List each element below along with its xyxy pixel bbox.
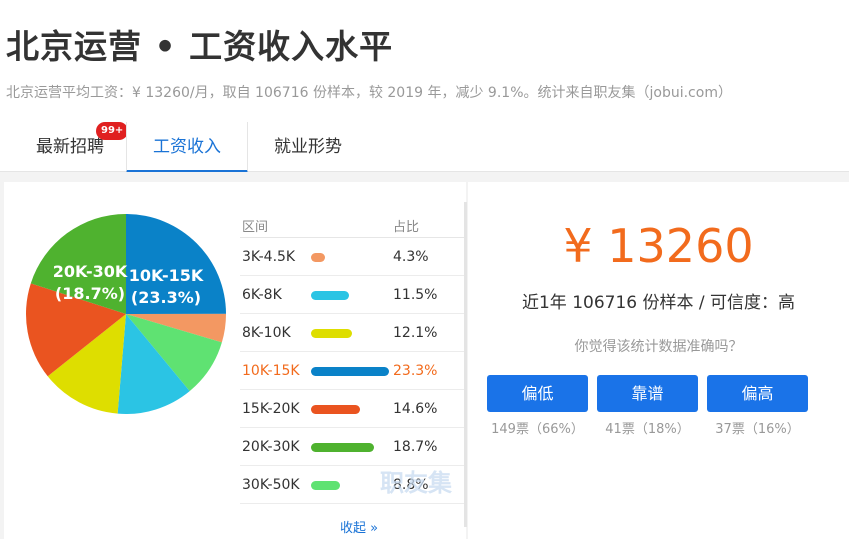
row-bar xyxy=(311,329,352,338)
table-row-highlight: 10K-15K 23.3% xyxy=(240,352,464,390)
row-range: 30K-50K xyxy=(242,477,300,493)
table-header: 区间 占比 xyxy=(240,214,464,238)
tab-badge: 99+ xyxy=(96,122,129,140)
watermark: 职友集 xyxy=(380,469,452,497)
row-pct: 4.3% xyxy=(393,249,429,265)
collapse-link[interactable]: 收起 » xyxy=(340,517,378,536)
tab-salary[interactable]: 工资收入 xyxy=(126,122,248,173)
tab-bar: 最新招聘 99+ 工资收入 就业形势 xyxy=(0,122,849,173)
content-panel: 10K-15K (23.3%) 20K-30K (18.7%) 区间 占比 3K… xyxy=(0,172,849,539)
vote-low-count: 149票（66%） xyxy=(491,422,584,437)
table-row: 3K-4.5K 4.3% xyxy=(240,238,464,276)
row-pct: 14.6% xyxy=(393,401,438,417)
page-title: 北京运营 • 工资收入水平 xyxy=(6,27,394,66)
header-range: 区间 xyxy=(242,220,269,235)
sample-info: 近1年 106716 份样本 / 可信度：高 xyxy=(521,293,796,313)
vote-accurate-button[interactable]: 靠谱 xyxy=(597,375,698,412)
vote-high-count: 37票（16%） xyxy=(715,422,800,437)
pie-label-20-30: 20K-30K xyxy=(53,262,128,281)
row-bar xyxy=(311,253,325,262)
distribution-card: 10K-15K (23.3%) 20K-30K (18.7%) 区间 占比 3K… xyxy=(4,182,466,539)
header-share: 占比 xyxy=(393,220,420,235)
row-range: 3K-4.5K xyxy=(242,249,296,265)
row-bar xyxy=(311,367,389,376)
row-pct: 11.5% xyxy=(393,287,438,303)
row-range: 8K-10K xyxy=(242,325,291,341)
row-range: 15K-20K xyxy=(242,401,300,417)
pie-pct-20-30: (18.7%) xyxy=(55,284,125,303)
average-salary: ¥ 13260 xyxy=(563,219,754,273)
row-range: 20K-30K xyxy=(242,439,300,455)
row-bar xyxy=(311,405,360,414)
stats-card: ¥ 13260 近1年 106716 份样本 / 可信度：高 你觉得该统计数据准… xyxy=(468,182,849,539)
row-pct: 18.7% xyxy=(393,439,438,455)
vote-accurate-count: 41票（18%） xyxy=(605,422,690,437)
row-bar xyxy=(311,481,340,490)
tab-salary-label: 工资收入 xyxy=(153,137,221,157)
row-bar xyxy=(311,291,349,300)
table-row: 15K-20K 14.6% xyxy=(240,390,464,428)
row-pct: 12.1% xyxy=(393,325,438,341)
pie-pct-10-15: (23.3%) xyxy=(131,288,201,307)
row-range: 10K-15K xyxy=(242,363,300,379)
page-summary: 北京运营平均工资：¥ 13260/月，取自 106716 份样本，较 2019 … xyxy=(6,85,732,101)
row-pct: 23.3% xyxy=(393,363,438,379)
row-range: 6K-8K xyxy=(242,287,282,303)
table-row: 8K-10K 12.1% xyxy=(240,314,464,352)
tab-employment[interactable]: 就业形势 xyxy=(248,122,368,172)
vote-low-button[interactable]: 偏低 xyxy=(487,375,588,412)
table-row: 6K-8K 11.5% xyxy=(240,276,464,314)
pie-label-10-15: 10K-15K xyxy=(129,266,204,285)
vote-high-button[interactable]: 偏高 xyxy=(707,375,808,412)
accuracy-question: 你觉得该统计数据准确吗？ xyxy=(574,339,743,355)
salary-pie-chart: 10K-15K (23.3%) 20K-30K (18.7%) xyxy=(26,214,226,414)
divider xyxy=(464,202,467,527)
table-row: 20K-30K 18.7% xyxy=(240,428,464,466)
tab-employment-label: 就业形势 xyxy=(274,137,342,157)
row-bar xyxy=(311,443,374,452)
salary-range-table: 区间 占比 3K-4.5K 4.3% 6K-8K 11.5% 8K-10K 12… xyxy=(240,214,464,504)
tab-latest-jobs-label: 最新招聘 xyxy=(36,137,104,157)
